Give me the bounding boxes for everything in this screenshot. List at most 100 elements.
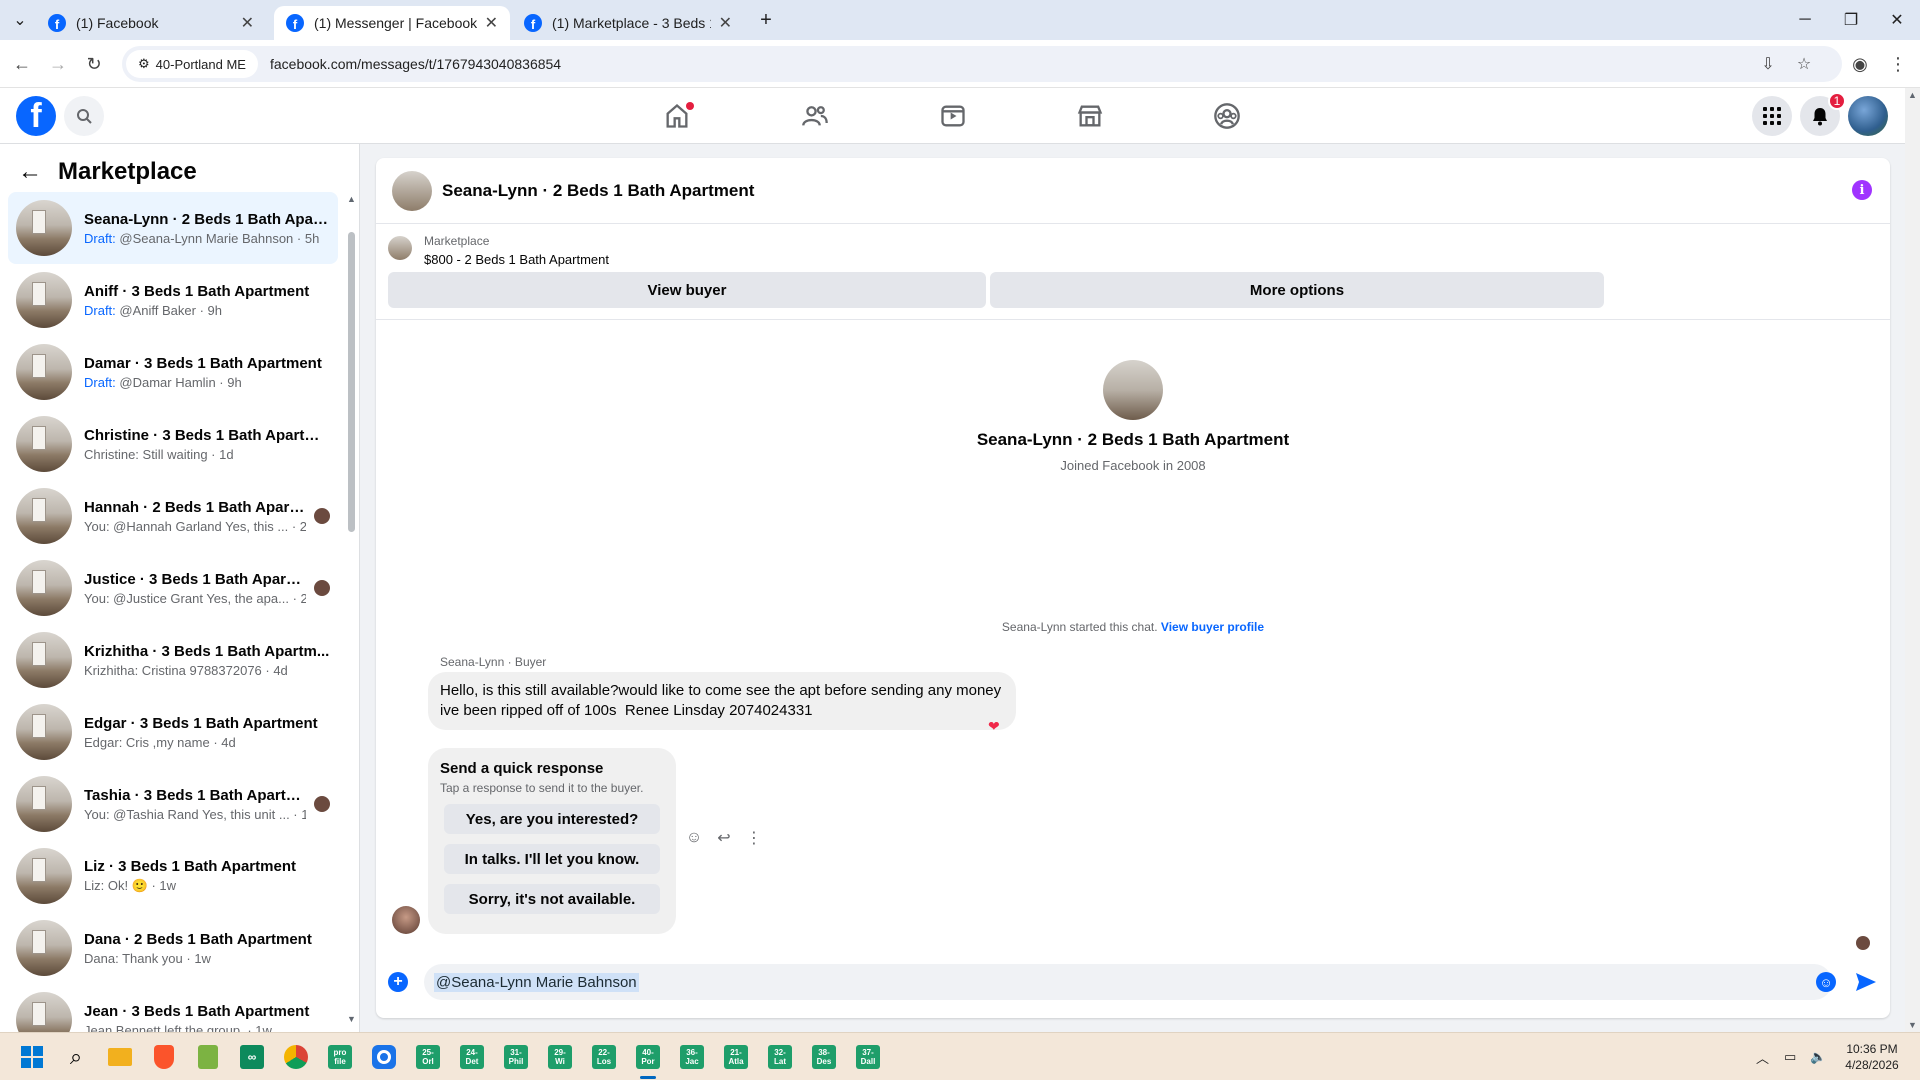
close-window-icon[interactable]: ✕ <box>1874 0 1920 40</box>
listing-banner: Marketplace $800 - 2 Beds 1 Bath Apartme… <box>376 224 1890 320</box>
bookmark-star-icon[interactable]: ☆ <box>1792 52 1816 76</box>
more-actions-icon[interactable]: ⋮ <box>744 828 764 848</box>
facebook-logo-icon[interactable]: f <box>16 96 56 136</box>
tab-search-chevron-icon[interactable]: ⌄ <box>0 0 40 40</box>
taskbar-app[interactable]: 36- Jac <box>676 1041 708 1073</box>
conversation-item[interactable]: Seana-Lynn · 2 Beds 1 Bath Apar... Draft:… <box>8 192 338 264</box>
scroll-up-arrow-icon[interactable]: ▲ <box>347 194 356 204</box>
sender-avatar[interactable] <box>392 906 420 934</box>
message-input[interactable]: @Seana-Lynn Marie Bahnson <box>424 964 1832 1000</box>
chat-title[interactable]: Seana-Lynn · 2 Beds 1 Bath Apartment <box>442 181 754 201</box>
file-explorer-icon[interactable] <box>104 1041 136 1073</box>
brave-browser-icon[interactable] <box>148 1041 180 1073</box>
nav-marketplace[interactable] <box>1035 88 1145 144</box>
listing-thumbnail[interactable] <box>388 236 412 260</box>
more-options-button[interactable]: More options <box>990 272 1604 308</box>
scroll-down-arrow-icon[interactable]: ▼ <box>1908 1020 1917 1030</box>
conversation-item[interactable]: Justice · 3 Beds 1 Bath Apartm... You: @J… <box>8 552 338 624</box>
emoji-icon[interactable]: ☺ <box>1816 972 1836 992</box>
taskbar-app[interactable]: 37- Dall <box>852 1041 884 1073</box>
forward-arrow-icon[interactable]: → <box>42 48 74 80</box>
quick-response-yes-button[interactable]: Yes, are you interested? <box>444 804 660 834</box>
close-tab-icon[interactable]: ✕ <box>241 13 254 33</box>
taskbar-app-icon: 40- Por <box>636 1045 660 1069</box>
view-buyer-profile-link[interactable]: View buyer profile <box>1161 620 1264 634</box>
volume-icon[interactable]: 🔈 <box>1810 1033 1826 1080</box>
nav-video[interactable] <box>898 88 1008 144</box>
heart-reaction-icon[interactable]: ❤ <box>988 718 1000 735</box>
conversation-item[interactable]: Jean · 3 Beds 1 Bath Apartment Jean Benne… <box>8 984 338 1032</box>
sidebar-scrollbar[interactable]: ▲ ▼ <box>347 194 356 1024</box>
taskbar-app[interactable]: 24- Det <box>456 1041 488 1073</box>
account-avatar[interactable] <box>1848 96 1888 136</box>
conversation-item[interactable]: Edgar · 3 Beds 1 Bath Apartment Edgar: Cr… <box>8 696 338 768</box>
reply-icon[interactable]: ↩ <box>714 828 734 848</box>
taskbar-app[interactable]: 22- Los <box>588 1041 620 1073</box>
restore-window-icon[interactable]: ❐ <box>1828 0 1874 40</box>
back-arrow-icon[interactable]: ← <box>18 158 42 186</box>
chrome-icon[interactable] <box>280 1041 312 1073</box>
quick-response-not-available-button[interactable]: Sorry, it's not available. <box>444 884 660 914</box>
system-clock[interactable]: 10:36 PM 4/28/2026 <box>1830 1041 1914 1073</box>
listing-price[interactable]: $800 - 2 Beds 1 Bath Apartment <box>424 252 609 267</box>
taskbar-app[interactable]: 21- Atla <box>720 1041 752 1073</box>
send-icon[interactable] <box>1854 970 1878 994</box>
plus-icon[interactable]: + <box>388 972 408 992</box>
new-tab-plus-icon[interactable]: + <box>746 0 786 40</box>
browser-menu-icon[interactable]: ⋮ <box>1882 48 1914 80</box>
conversation-item[interactable]: Hannah · 2 Beds 1 Bath Apart... You: @Han… <box>8 480 338 552</box>
notepad-app-icon[interactable] <box>192 1041 224 1073</box>
quick-response-in-talks-button[interactable]: In talks. I'll let you know. <box>444 844 660 874</box>
page-scrollbar[interactable]: ▲ ▼ <box>1905 88 1920 1032</box>
scrollbar-thumb[interactable] <box>348 232 355 532</box>
profile-icon[interactable]: ◉ <box>1844 48 1876 80</box>
address-bar[interactable]: ⚙ 40-Portland ME facebook.com/messages/t… <box>122 46 1842 82</box>
taskbar-app[interactable]: 31- Phil <box>500 1041 532 1073</box>
nav-friends[interactable] <box>760 88 870 144</box>
tray-chevron-icon[interactable]: ︿ <box>1756 1033 1769 1080</box>
install-app-icon[interactable]: ⇩ <box>1756 52 1780 76</box>
taskbar-app[interactable]: 32- Lat <box>764 1041 796 1073</box>
conversation-item[interactable]: Aniff · 3 Beds 1 Bath Apartment Draft: @A… <box>8 264 338 336</box>
react-emoji-icon[interactable]: ☺ <box>684 828 704 848</box>
conversation-text: Edgar · 3 Beds 1 Bath Apartment Edgar: Cr… <box>84 715 330 750</box>
buyer-avatar[interactable] <box>1103 360 1163 420</box>
incoming-message-bubble[interactable]: Hello, is this still available?would lik… <box>428 672 1016 730</box>
tab-marketplace[interactable]: f (1) Marketplace - 3 Beds 1 Bath ✕ <box>512 6 744 40</box>
conversation-item[interactable]: Dana · 2 Beds 1 Bath Apartment Dana: Than… <box>8 912 338 984</box>
info-icon[interactable]: i <box>1852 180 1872 200</box>
menu-button[interactable] <box>1752 96 1792 136</box>
site-info-chip[interactable]: ⚙ 40-Portland ME <box>126 50 258 78</box>
taskbar-app[interactable]: 25- Orl <box>412 1041 444 1073</box>
scroll-down-arrow-icon[interactable]: ▼ <box>347 1014 356 1024</box>
tab-facebook[interactable]: f (1) Facebook ✕ <box>36 6 266 40</box>
taskbar-search-icon[interactable]: ⌕ <box>60 1041 92 1073</box>
circle-app-icon[interactable] <box>368 1041 400 1073</box>
start-windows-icon[interactable] <box>16 1041 48 1073</box>
taskbar-app[interactable]: 38- Des <box>808 1041 840 1073</box>
minimize-window-icon[interactable]: ─ <box>1782 0 1828 40</box>
network-icon[interactable]: ▭ <box>1784 1033 1796 1080</box>
taskbar-app[interactable]: 29- Wi <box>544 1041 576 1073</box>
close-tab-icon[interactable]: ✕ <box>719 13 732 33</box>
notifications-button[interactable]: 1 <box>1800 92 1846 136</box>
conversation-item[interactable]: Tashia · 3 Beds 1 Bath Apartm... You: @Ta… <box>8 768 338 840</box>
conversation-item[interactable]: Damar · 3 Beds 1 Bath Apartment Draft: @D… <box>8 336 338 408</box>
reload-icon[interactable]: ↻ <box>78 48 110 80</box>
nav-home[interactable] <box>622 88 732 144</box>
scroll-up-arrow-icon[interactable]: ▲ <box>1908 90 1917 100</box>
profile-app-icon[interactable]: pro file <box>324 1041 356 1073</box>
taskbar-app[interactable]: 40- Por <box>632 1041 664 1079</box>
chat-avatar[interactable] <box>392 170 432 211</box>
infinity-app-icon[interactable]: ∞ <box>236 1041 268 1073</box>
nav-groups[interactable] <box>1172 88 1282 144</box>
conversation-item[interactable]: Christine · 3 Beds 1 Bath Apartm... Chris… <box>8 408 338 480</box>
app-label-line: 38- <box>818 1048 830 1057</box>
conversation-item[interactable]: Krizhitha · 3 Beds 1 Bath Apartm... Krizh… <box>8 624 338 696</box>
back-arrow-icon[interactable]: ← <box>6 48 38 80</box>
search-button[interactable] <box>64 96 104 136</box>
conversation-item[interactable]: Liz · 3 Beds 1 Bath Apartment Liz: Ok! 🙂 … <box>8 840 338 912</box>
tab-messenger[interactable]: f (1) Messenger | Facebook ✕ <box>274 6 510 40</box>
close-tab-icon[interactable]: ✕ <box>485 13 498 33</box>
view-buyer-button[interactable]: View buyer <box>388 272 986 308</box>
